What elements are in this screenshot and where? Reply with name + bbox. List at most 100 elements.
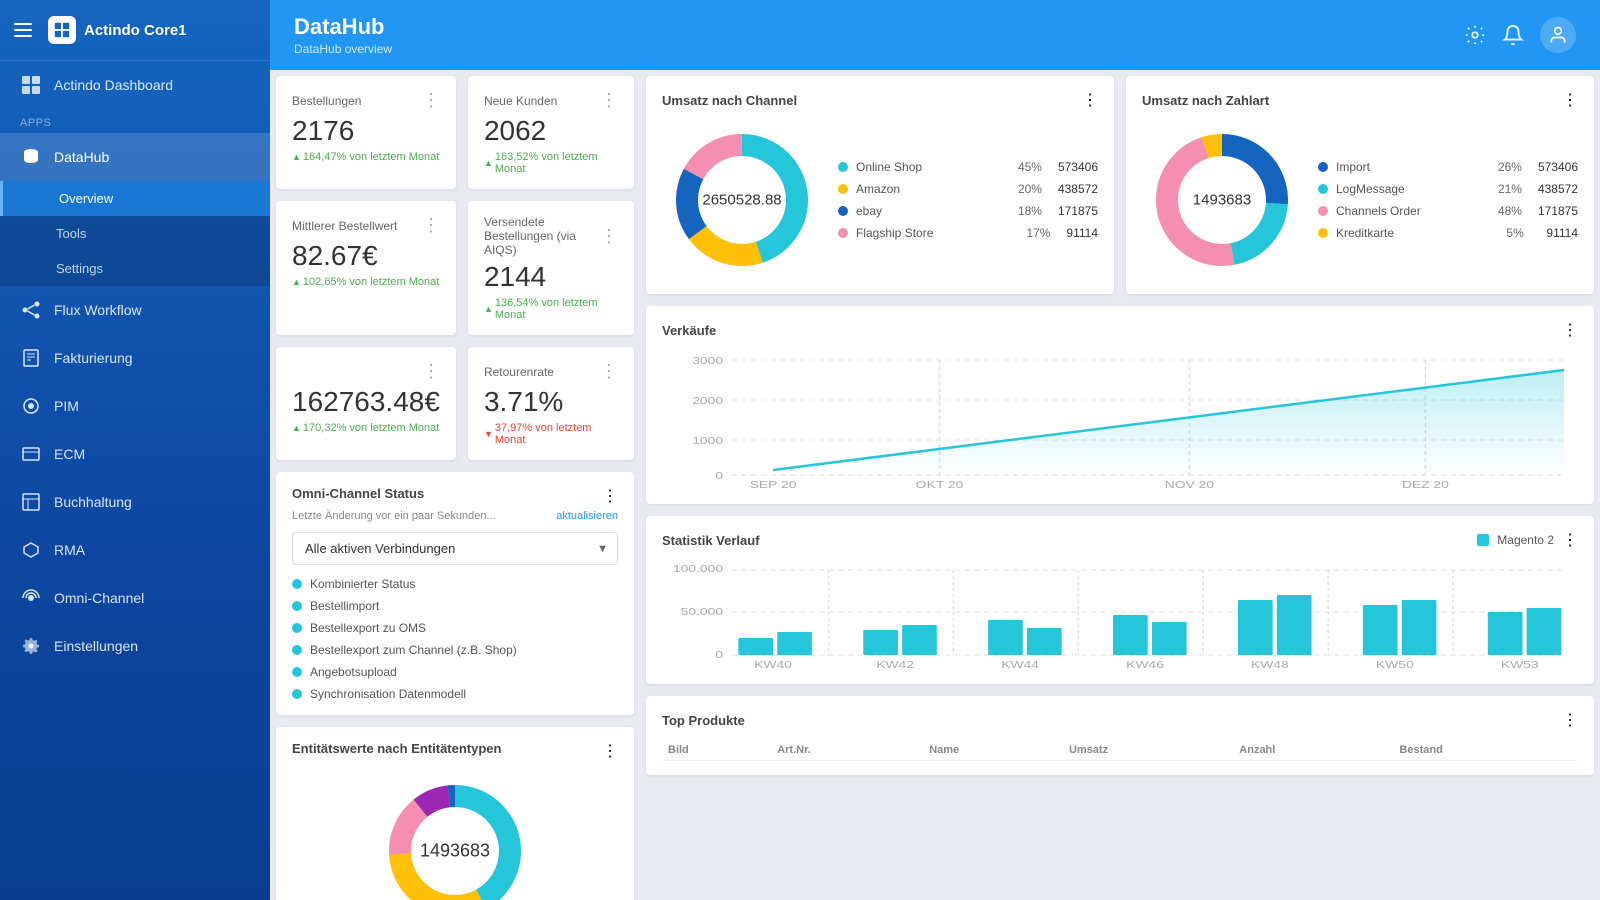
svg-text:100.000: 100.000 [673,563,723,575]
sidebar-item-label: RMA [54,542,85,558]
entity-card: Entitätswerte nach Entitätentypen ⋮ [276,727,634,900]
sidebar-item-ecm[interactable]: ECM [0,430,270,478]
stat-menu-btn[interactable]: ⋮ [422,90,440,111]
status-dot [292,601,302,611]
legend-dot [838,184,848,194]
donut-row: Umsatz nach Channel ⋮ [640,70,1600,300]
pim-icon [20,395,42,417]
chart-header: Statistik Verlauf Magento 2 ⋮ [662,530,1578,550]
legend-name: Import [1336,160,1490,174]
sidebar-item-label: Einstellungen [54,638,138,654]
legend-item: Flagship Store 17% 91114 [838,226,1098,240]
sidebar-item-label: Fakturierung [54,350,133,366]
channel-legend: Online Shop 45% 573406 Amazon 20% 438572 [838,160,1098,240]
col-anzahl: Anzahl [1233,740,1393,761]
stat-change: 136,54% von letztem Monat [484,297,618,321]
stat-value: 82.67€ [292,240,440,272]
chart-menu-btn[interactable]: ⋮ [1082,90,1098,110]
sidebar-item-omni-channel[interactable]: Omni-Channel [0,574,270,622]
col-bild: Bild [662,740,771,761]
sidebar-toggle[interactable] [14,18,38,42]
ecm-icon [20,443,42,465]
donut-header: Umsatz nach Channel ⋮ [662,90,1098,110]
entity-center-value: 1493683 [420,841,490,862]
omni-select[interactable]: Alle aktiven Verbindungen Aktive Verbind… [292,532,618,565]
sidebar-item-label: Flux Workflow [54,302,142,318]
zahlart-legend: Import 26% 573406 LogMessage 21% 438572 [1318,160,1578,240]
stat-menu-btn[interactable]: ⋮ [600,90,618,111]
status-label: Kombinierter Status [310,577,415,591]
chart-header: Verkäufe ⋮ [662,320,1578,340]
stat-label: Versendete Bestellungen (via AIQS) ⋮ [484,215,618,257]
sidebar-item-tools[interactable]: Tools [0,216,270,251]
sidebar-item-fakturierung[interactable]: Fakturierung [0,334,270,382]
sidebar-item-settings-sub[interactable]: Settings [0,251,270,286]
chart-menu-btn[interactable]: ⋮ [1562,320,1578,340]
omni-select-wrapper: Alle aktiven Verbindungen Aktive Verbind… [292,532,618,565]
user-avatar[interactable] [1540,17,1576,53]
legend-val: 171875 [1058,204,1098,218]
rma-icon [20,539,42,561]
sidebar-apps-label: Apps [0,109,270,133]
omni-refresh-btn[interactable]: aktualisieren [556,510,618,522]
channel-center: 2650528.88 [702,192,781,209]
status-item: Bestellexport zu OMS [292,621,618,635]
chart-title: Verkäufe [662,323,716,338]
sidebar-item-dashboard[interactable]: Actindo Dashboard [0,61,270,109]
stat-label: Mittlerer Bestellwert ⋮ [292,215,440,236]
settings-icon [20,635,42,657]
chart-menu-btn[interactable]: ⋮ [1562,530,1578,550]
database-icon [20,146,42,168]
sidebar-item-pim[interactable]: PIM [0,382,270,430]
stat-label: Bestellungen ⋮ [292,90,440,111]
legend-pct: 17% [1026,226,1058,240]
stat-neue-kunden: Neue Kunden ⋮ 2062 163,52% von letztem M… [468,76,634,189]
stat-menu-btn[interactable]: ⋮ [600,226,618,247]
invoice-icon [20,347,42,369]
legend-pct: 18% [1018,204,1050,218]
sidebar-item-overview[interactable]: Overview [0,181,270,216]
donut-title: Umsatz nach Channel [662,93,797,108]
entity-menu-btn[interactable]: ⋮ [602,741,618,761]
legend-name: Online Shop [856,160,1010,174]
legend-name: Flagship Store [856,226,1018,240]
legend-name: ebay [856,204,1010,218]
sidebar-item-datahub[interactable]: DataHub [0,133,270,181]
omni-title: Omni-Channel Status [292,486,424,506]
accounting-icon [20,491,42,513]
svg-text:KW46: KW46 [1126,659,1164,670]
chart-menu-btn[interactable]: ⋮ [1562,90,1578,110]
stat-menu-btn[interactable]: ⋮ [422,361,440,382]
svg-text:SEP 20: SEP 20 [750,479,797,490]
legend-val: 438572 [1058,182,1098,196]
status-label: Bestellexport zu OMS [310,621,426,635]
stat-change: 102,65% von letztem Monat [292,276,440,288]
omni-menu-btn[interactable]: ⋮ [602,486,618,506]
legend-val: 573406 [1058,160,1098,174]
sidebar: Actindo Core1 Actindo Dashboard Apps Dat… [0,0,270,900]
products-menu-btn[interactable]: ⋮ [1562,710,1578,730]
legend-pct: 26% [1498,160,1530,174]
notification-icon[interactable] [1502,24,1524,46]
zahlart-center: 1493683 [1193,192,1251,209]
stat-menu-btn[interactable]: ⋮ [600,361,618,382]
stat-label: Retourenrate ⋮ [484,361,618,382]
omni-header: Omni-Channel Status ⋮ [292,486,618,506]
products-header: Top Produkte ⋮ [662,710,1578,730]
legend-item: Import 26% 573406 [1318,160,1578,174]
legend-item: Channels Order 48% 171875 [1318,204,1578,218]
status-item: Bestellexport zum Channel (z.B. Shop) [292,643,618,657]
stat-menu-btn[interactable]: ⋮ [422,215,440,236]
sidebar-item-rma[interactable]: RMA [0,526,270,574]
sidebar-item-buchhaltung[interactable]: Buchhaltung [0,478,270,526]
legend-val: 171875 [1538,204,1578,218]
legend-item: LogMessage 21% 438572 [1318,182,1578,196]
sidebar-item-flux-workflow[interactable]: Flux Workflow [0,286,270,334]
entity-header: Entitätswerte nach Entitätentypen ⋮ [292,741,618,761]
settings-topbar-icon[interactable] [1464,24,1486,46]
entity-chart-area: 1493683 Import 38% 573406 LogMessage 29 [292,771,618,900]
sidebar-item-einstellungen[interactable]: Einstellungen [0,622,270,670]
stat-value: 2144 [484,261,618,293]
status-item: Kombinierter Status [292,577,618,591]
stat-value: 2062 [484,115,618,147]
